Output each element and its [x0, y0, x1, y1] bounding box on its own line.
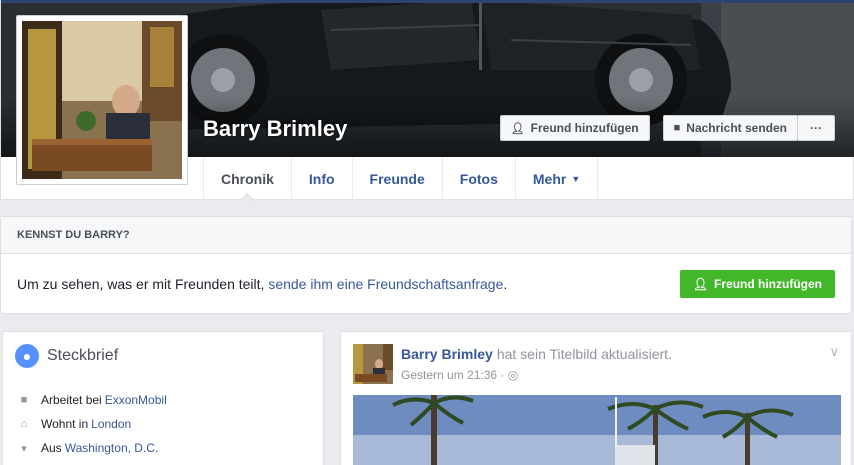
intro-title-label: Steckbrief: [47, 347, 119, 364]
do-you-know-heading: KENNST DU BARRY?: [1, 217, 851, 254]
do-you-know-prefix: Um zu sehen, was er mit Freunden teilt,: [17, 276, 265, 292]
send-friend-request-link[interactable]: sende ihm eine Freundschaftsanfrage: [268, 276, 503, 292]
post-image-graphic: [353, 395, 841, 465]
hometown-link[interactable]: Washington, D.C.: [65, 441, 159, 455]
message-icon: ■: [673, 122, 681, 134]
send-message-label: Nachricht senden: [686, 121, 787, 135]
intro-card: ● Steckbrief ■ Arbeitet bei ExxonMobil ⌂…: [2, 331, 324, 465]
map-pin-icon: ▾: [21, 442, 27, 455]
send-message-button[interactable]: ■ Nachricht senden: [662, 115, 798, 141]
tab-label: Fotos: [459, 170, 498, 187]
profile-picture[interactable]: [16, 15, 188, 185]
globe-icon: ●: [15, 344, 39, 368]
intro-row-lives: ⌂ Wohnt in London: [17, 412, 167, 436]
intro-row-from: ▾ Aus Washington, D.C.: [17, 436, 167, 460]
post-author-link[interactable]: Barry Brimley: [401, 346, 493, 362]
chevron-down-icon: ▼: [571, 173, 581, 184]
tab-label: Freunde: [369, 170, 425, 187]
timeline-post: Barry Brimley hat sein Titelbild aktualis…: [340, 331, 852, 465]
post-timestamp[interactable]: Gestern um 21:36: [401, 368, 497, 382]
top-bar-strip: [1, 0, 854, 3]
post-meta: Gestern um 21:36 · ◎: [401, 368, 519, 382]
intro-row-prefix: Wohnt in: [41, 417, 89, 431]
tab-label: Mehr: [532, 170, 567, 187]
intro-row-work: ■ Arbeitet bei ExxonMobil: [17, 388, 167, 412]
tab-chronik[interactable]: Chronik: [203, 157, 292, 202]
post-action-text: hat sein Titelbild aktualisiert.: [496, 346, 672, 362]
tab-freunde[interactable]: Freunde: [353, 157, 443, 200]
more-options-button[interactable]: ···: [797, 115, 835, 141]
do-you-know-suffix: .: [503, 276, 508, 292]
current-city-link[interactable]: London: [91, 417, 131, 431]
add-friend-icon: 👤︎: [692, 277, 709, 291]
tab-info[interactable]: Info: [292, 157, 353, 200]
tab-label: Chronik: [221, 170, 274, 187]
profile-header: Barry Brimley 👤︎ Freund hinzufügen ■ Nac…: [0, 0, 854, 202]
post-header: Barry Brimley hat sein Titelbild aktualis…: [401, 346, 672, 362]
add-friend-green-button[interactable]: 👤︎ Freund hinzufügen: [679, 270, 835, 298]
home-icon: ⌂: [20, 418, 28, 430]
briefcase-icon: ■: [20, 394, 28, 406]
intro-title: ● Steckbrief: [15, 344, 118, 368]
globe-icon: ◎: [507, 368, 519, 382]
profile-tabs: Chronik Info Freunde Fotos Mehr ▼: [203, 157, 599, 202]
cover-actions: 👤︎ Freund hinzufügen ■ Nachricht senden …: [499, 115, 835, 141]
intro-list: ■ Arbeitet bei ExxonMobil ⌂ Wohnt in Lon…: [17, 388, 167, 460]
add-friend-label: Freund hinzufügen: [530, 121, 639, 135]
tab-mehr[interactable]: Mehr ▼: [516, 157, 599, 200]
tab-fotos[interactable]: Fotos: [443, 157, 516, 200]
do-you-know-text: Um zu sehen, was er mit Freunden teilt, …: [17, 276, 507, 292]
post-author-avatar[interactable]: [353, 344, 393, 384]
profile-picture-image: [22, 21, 182, 179]
do-you-know-box: KENNST DU BARRY? Um zu sehen, was er mit…: [0, 216, 852, 314]
post-options-chevron-icon[interactable]: ∨: [829, 344, 839, 360]
profile-photo-graphic: [22, 21, 182, 179]
add-friend-green-label: Freund hinzufügen: [714, 277, 822, 291]
more-options-icon: ···: [810, 121, 822, 135]
add-friend-icon: 👤︎: [510, 122, 525, 135]
avatar-graphic: [353, 344, 393, 384]
intro-row-prefix: Aus: [41, 441, 62, 455]
add-friend-button[interactable]: 👤︎ Freund hinzufügen: [499, 115, 650, 141]
intro-row-prefix: Arbeitet bei: [41, 393, 102, 407]
post-cover-image[interactable]: [353, 395, 841, 465]
tab-label: Info: [308, 170, 335, 187]
do-you-know-body: Um zu sehen, was er mit Freunden teilt, …: [1, 254, 851, 314]
profile-name[interactable]: Barry Brimley: [203, 116, 347, 142]
employer-link[interactable]: ExxonMobil: [105, 393, 167, 407]
message-button-group: ■ Nachricht senden ···: [662, 115, 835, 141]
